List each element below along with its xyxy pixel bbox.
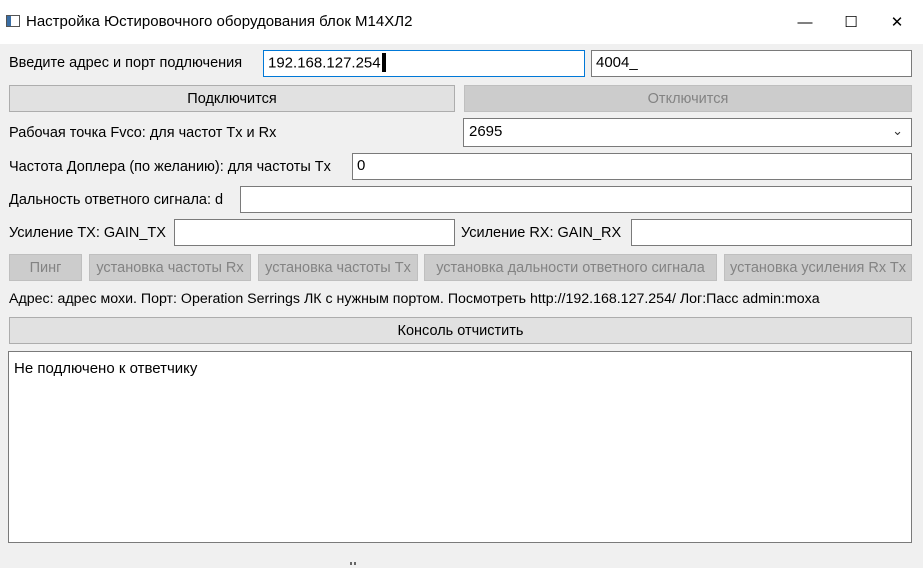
title-bar: Настройка Юстировочного оборудования бло… (0, 0, 923, 44)
console-text: Не подлючено к ответчику (14, 360, 198, 377)
chevron-down-icon: ⌄ (892, 123, 903, 138)
maximize-icon: ☐ (844, 14, 858, 31)
app-icon (6, 15, 20, 27)
port-value: 4004_ (596, 54, 638, 71)
range-label: Дальность ответного сигнала: d (9, 192, 224, 208)
disconnect-button[interactable]: Отключится (464, 85, 912, 112)
resize-grip-icon (350, 552, 358, 565)
set-range-button[interactable]: установка дальности ответного сигнала (424, 254, 717, 281)
set-gain-button[interactable]: установка усиления Rx Tx (724, 254, 912, 281)
maximize-button[interactable]: ☐ (828, 0, 874, 44)
clear-console-button[interactable]: Консоль отчистить (9, 317, 912, 344)
address-value: 192.168.127.254 (268, 54, 381, 72)
gain-rx-input[interactable] (631, 219, 912, 246)
doppler-label: Частота Доплера (по желанию): для частот… (9, 159, 331, 175)
text-caret (381, 53, 386, 72)
gain-tx-label: Усиление TX: GAIN_TX (9, 225, 166, 241)
set-tx-frequency-button[interactable]: установка частоты Tx (258, 254, 418, 281)
console-output[interactable]: Не подлючено к ответчику (8, 351, 912, 543)
port-input[interactable]: 4004_ (591, 50, 912, 77)
fvco-selected: 2695 (469, 123, 503, 140)
gain-rx-label: Усиление RX: GAIN_RX (461, 225, 622, 241)
minimize-button[interactable]: — (782, 0, 828, 44)
doppler-input[interactable]: 0 (352, 153, 912, 180)
close-icon: ✕ (890, 14, 904, 31)
window-title: Настройка Юстировочного оборудования бло… (26, 13, 413, 30)
fvco-select[interactable]: 2695 ⌄ (463, 118, 912, 147)
fvco-label: Рабочая точка Fvco: для частот Tx и Rx (9, 125, 277, 141)
set-rx-frequency-button[interactable]: установка частоты Rx (89, 254, 251, 281)
address-label: Введите адрес и порт подлючения (9, 55, 243, 71)
ping-button[interactable]: Пинг (9, 254, 82, 281)
close-button[interactable]: ✕ (874, 0, 920, 44)
doppler-value: 0 (357, 157, 366, 174)
connect-button[interactable]: Подключится (9, 85, 455, 112)
minimize-icon: — (797, 13, 813, 31)
address-input[interactable]: 192.168.127.254 (263, 50, 585, 77)
range-input[interactable] (240, 186, 912, 213)
info-text: Адрес: адрес мохи. Порт: Operation Serri… (9, 291, 820, 307)
gain-tx-input[interactable] (174, 219, 455, 246)
